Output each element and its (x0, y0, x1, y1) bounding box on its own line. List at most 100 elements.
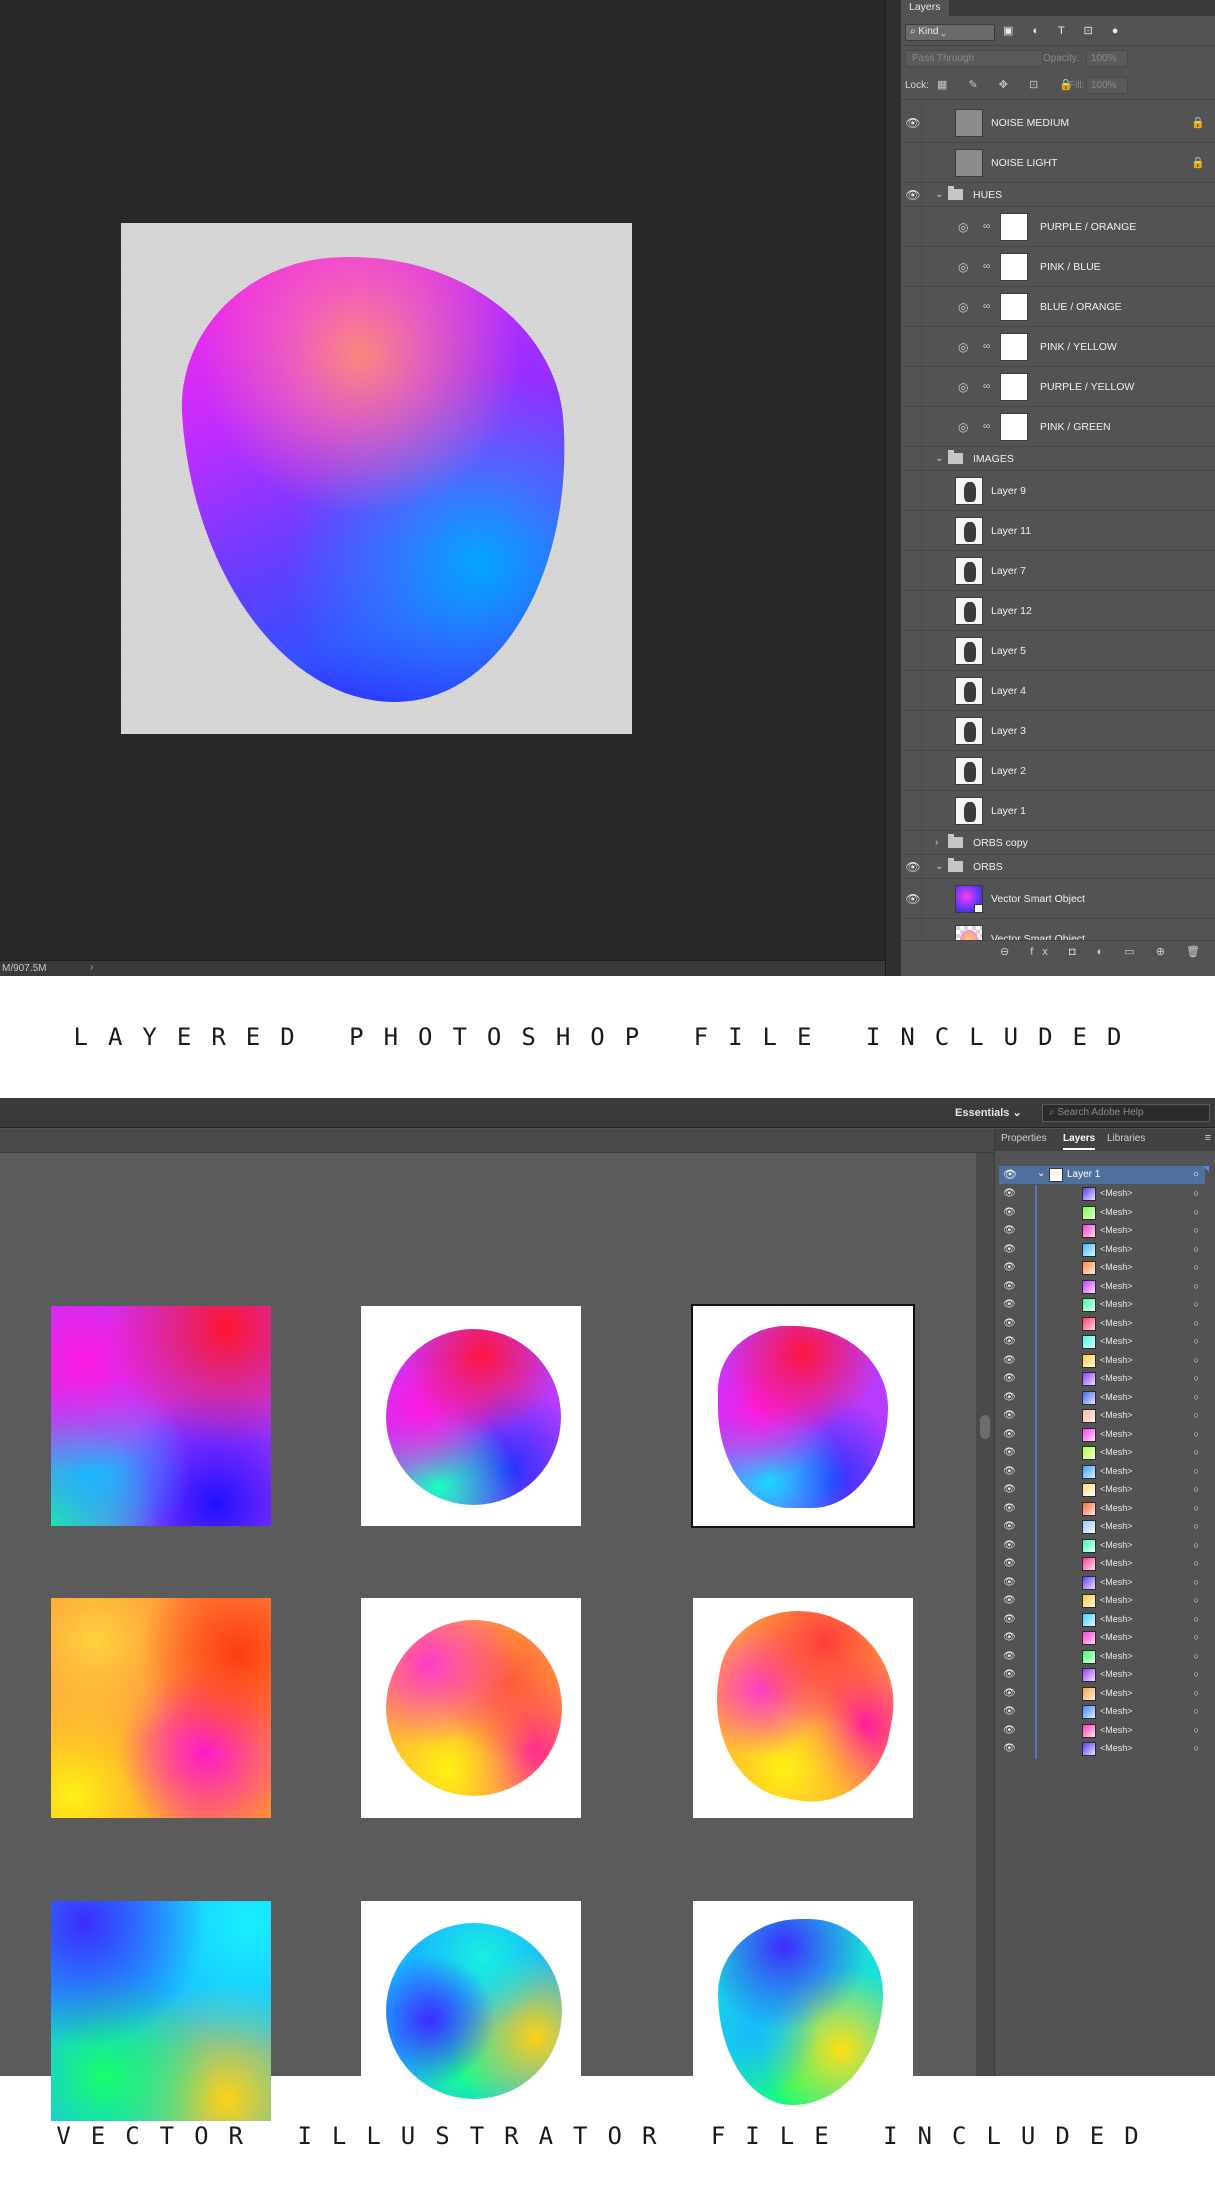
sublayer-row[interactable]: 👁 <Mesh> ○ (999, 1703, 1205, 1722)
layer-group-row[interactable]: ⌄ IMAGES (901, 447, 1215, 471)
visibility-eye-icon[interactable] (905, 791, 921, 830)
sublayer-row[interactable]: 👁 <Mesh> ○ (999, 1259, 1205, 1278)
layer-mask-thumbnail[interactable] (1000, 293, 1028, 321)
eye-icon[interactable]: 👁 (1003, 1188, 1016, 1199)
layer-row[interactable]: 👁 NOISE MEDIUM 🔒 (901, 103, 1215, 143)
visibility-eye-icon[interactable] (905, 511, 921, 550)
eye-icon[interactable]: 👁 (1003, 1281, 1016, 1292)
sublayer-row[interactable]: 👁 <Mesh> ○ (999, 1462, 1205, 1481)
eye-icon[interactable]: 👁 (1003, 1706, 1016, 1717)
target-circle-icon[interactable]: ○ (1194, 1392, 1199, 1402)
artboard-mesh-square-2[interactable] (51, 1598, 271, 1818)
target-circle-icon[interactable]: ○ (1194, 1355, 1199, 1365)
visibility-eye-icon[interactable] (905, 711, 921, 750)
target-circle-icon[interactable]: ○ (1194, 1577, 1199, 1587)
eye-icon[interactable]: 👁 (1003, 1392, 1016, 1403)
target-circle-icon[interactable]: ○ (1194, 1669, 1199, 1679)
layer-thumbnail[interactable] (955, 557, 983, 585)
eye-icon[interactable]: 👁 (1003, 1540, 1016, 1551)
vertical-scrollbar[interactable] (885, 0, 901, 976)
target-circle-icon[interactable]: ○ (1194, 1262, 1199, 1272)
target-circle-icon[interactable]: ○ (1194, 1244, 1199, 1254)
artboard-mesh-blob-3[interactable] (693, 1901, 913, 2121)
visibility-eye-icon[interactable] (905, 207, 921, 246)
link-chain-icon[interactable]: ∞ (983, 287, 990, 326)
eye-icon[interactable]: 👁 (1003, 1743, 1016, 1754)
target-circle-icon[interactable]: ○ (1194, 1318, 1199, 1328)
layer-row[interactable]: Layer 7 (901, 551, 1215, 591)
visibility-eye-icon[interactable] (905, 367, 921, 406)
chevron-down-icon[interactable]: ⌄ (1037, 1168, 1045, 1179)
target-circle-icon[interactable]: ○ (1194, 1595, 1199, 1605)
target-circle-icon[interactable]: ○ (1194, 1336, 1199, 1346)
layer-row-top[interactable]: 👁 ⌄ Layer 1 ○ (999, 1166, 1209, 1184)
artboard-mesh-circle-3[interactable] (361, 1901, 581, 2121)
panel-menu-icon[interactable]: ≡ (1205, 1132, 1211, 1144)
target-circle-icon[interactable]: ○ (1194, 1429, 1199, 1439)
filter-kind-dropdown[interactable]: ⌕ Kind ⌄ (905, 24, 995, 41)
filter-type-icons[interactable]: ▣ ◐ T ⊡ ● (1003, 24, 1126, 37)
target-circle-icon[interactable]: ○ (1194, 1188, 1199, 1198)
visibility-eye-icon[interactable] (905, 447, 921, 470)
eye-icon[interactable]: 👁 (1003, 1355, 1016, 1366)
layer-row[interactable]: Layer 5 (901, 631, 1215, 671)
workspace-switcher[interactable]: Essentials ⌄ (955, 1106, 1022, 1119)
layer-row[interactable]: ◎ ∞ PURPLE / YELLOW (901, 367, 1215, 407)
scrollbar-thumb[interactable] (980, 1415, 990, 1439)
eye-icon[interactable]: 👁 (1003, 1410, 1016, 1421)
link-chain-icon[interactable]: ∞ (983, 367, 990, 406)
eye-icon[interactable]: 👁 (1003, 1688, 1016, 1699)
target-circle-icon[interactable]: ○ (1194, 1521, 1199, 1531)
sublayer-row[interactable]: 👁 <Mesh> ○ (999, 1666, 1205, 1685)
lock-icons[interactable]: ▦ ✎ ✥ ⊡ 🔒 (937, 78, 1082, 91)
eye-icon[interactable]: 👁 (1003, 1466, 1016, 1477)
sublayer-row[interactable]: 👁 <Mesh> ○ (999, 1573, 1205, 1592)
sublayer-row[interactable]: 👁 <Mesh> ○ (999, 1185, 1205, 1204)
sublayer-row[interactable]: 👁 <Mesh> ○ (999, 1629, 1205, 1648)
eye-icon[interactable]: 👁 (1003, 1318, 1016, 1329)
layer-thumbnail[interactable] (955, 637, 983, 665)
layer-row[interactable]: Layer 1 (901, 791, 1215, 831)
artboard-mesh-blob-2[interactable] (693, 1597, 913, 1818)
layer-row[interactable]: Layer 2 (901, 751, 1215, 791)
target-circle-icon[interactable]: ○ (1194, 1281, 1199, 1291)
photoshop-document[interactable] (121, 223, 632, 734)
layer-row[interactable]: NOISE LIGHT 🔒 (901, 143, 1215, 183)
target-circle-icon[interactable]: ○ (1194, 1688, 1199, 1698)
layer-thumbnail[interactable] (955, 149, 983, 177)
layer-thumbnail[interactable] (955, 517, 983, 545)
layer-thumbnail[interactable] (955, 109, 983, 137)
sublayer-row[interactable]: 👁 <Mesh> ○ (999, 1684, 1205, 1703)
fill-field[interactable]: 100% (1086, 77, 1128, 94)
eye-icon[interactable]: 👁 (1003, 1577, 1016, 1588)
visibility-eye-icon[interactable]: 👁 (905, 103, 921, 142)
visibility-eye-icon[interactable]: 👁 (905, 855, 921, 878)
layer-row[interactable]: Layer 4 (901, 671, 1215, 711)
eye-icon[interactable]: 👁 (1003, 1521, 1016, 1532)
visibility-eye-icon[interactable] (905, 407, 921, 446)
eye-icon[interactable]: 👁 (1003, 1207, 1016, 1218)
sublayer-row[interactable]: 👁 <Mesh> ○ (999, 1610, 1205, 1629)
layer-group-row[interactable]: › ORBS copy (901, 831, 1215, 855)
layer-row[interactable]: Layer 12 (901, 591, 1215, 631)
target-circle-icon[interactable]: ○ (1194, 1447, 1199, 1457)
eye-icon[interactable]: 👁 (1003, 1168, 1017, 1181)
target-circle-icon[interactable]: ○ (1194, 1299, 1199, 1309)
layer-thumbnail[interactable] (955, 597, 983, 625)
visibility-eye-icon[interactable] (905, 247, 921, 286)
target-circle-icon[interactable]: ○ (1194, 1484, 1199, 1494)
layer-thumbnail[interactable] (955, 477, 983, 505)
search-help-input[interactable]: ⌕ Search Adobe Help (1042, 1104, 1210, 1122)
eye-icon[interactable]: 👁 (1003, 1595, 1016, 1606)
sublayer-row[interactable]: 👁 <Mesh> ○ (999, 1444, 1205, 1463)
sublayer-row[interactable]: 👁 <Mesh> ○ (999, 1481, 1205, 1500)
link-chain-icon[interactable]: ∞ (983, 247, 990, 286)
opacity-field[interactable]: 100% (1086, 50, 1128, 67)
eye-icon[interactable]: 👁 (1003, 1447, 1016, 1458)
chevron-down-icon[interactable]: ⌄ (935, 183, 943, 206)
eye-icon[interactable]: 👁 (1003, 1632, 1016, 1643)
target-circle-icon[interactable]: ○ (1194, 1651, 1199, 1661)
tab-properties[interactable]: Properties (1001, 1133, 1047, 1144)
target-circle-icon[interactable]: ○ (1194, 1725, 1199, 1735)
tab-layers[interactable]: Layers (901, 0, 949, 16)
